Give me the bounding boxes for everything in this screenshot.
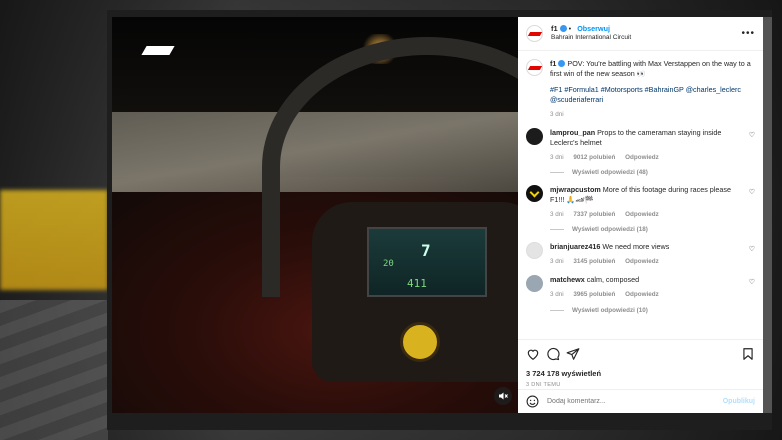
comment-likes[interactable]: 7337 polubień [573, 211, 615, 218]
comment-likes[interactable]: 3965 polubień [573, 291, 615, 298]
comment-likes[interactable]: 3145 polubień [573, 258, 615, 265]
post-header: f1 • Obserwuj Bahrain International Circ… [518, 17, 763, 51]
reply-button[interactable]: Odpowiedz [625, 211, 659, 218]
caption-text: POV: You're battling with Max Verstappen… [550, 59, 751, 78]
comment-text: calm, composed [586, 275, 640, 285]
comment-username[interactable]: matchewx [550, 275, 585, 284]
f1-logo [144, 39, 174, 60]
backdrop-stripes [0, 300, 108, 440]
post-location[interactable]: Bahrain International Circuit [551, 34, 631, 43]
comment-username[interactable]: mjwrapcustom [550, 185, 601, 194]
comment-time: 3 dni [550, 291, 564, 299]
post-username[interactable]: f1 [551, 24, 558, 33]
modal-edge [763, 17, 772, 413]
verified-icon [558, 60, 566, 67]
dash-bottom-value: 411 [407, 277, 427, 290]
share-icon[interactable] [566, 347, 580, 361]
mute-icon[interactable] [494, 387, 512, 405]
view-replies-button[interactable]: Wyświetl odpowiedzi (48) [550, 169, 755, 176]
avatar[interactable] [526, 242, 543, 260]
publish-button[interactable]: Opublikuj [723, 398, 755, 405]
post-time: 3 DNI TEMU [526, 382, 561, 388]
comments-list[interactable]: f1 POV: You're battling with Max Verstap… [518, 51, 763, 343]
verified-icon [559, 25, 567, 33]
backdrop-sign [0, 190, 108, 290]
comment-item: mjwrapcustom More of this footage during… [526, 185, 755, 233]
comment-input[interactable] [547, 398, 723, 405]
caption-username[interactable]: f1 [550, 59, 556, 68]
avatar[interactable] [526, 128, 543, 146]
post-caption: f1 POV: You're battling with Max Verstap… [526, 59, 755, 119]
post-actions: 3 724 178 wyświetleń 3 DNI TEMU [518, 339, 763, 388]
reply-button[interactable]: Odpowiedz [625, 154, 659, 161]
heart-icon[interactable]: ♡ [745, 245, 755, 253]
reply-button[interactable]: Odpowiedz [625, 291, 659, 298]
dash-gear: 7 [421, 241, 431, 260]
comment-time: 3 dni [550, 153, 564, 161]
caption-hashtags[interactable]: #F1 #Formula1 #Motorsports #BahrainGP @c… [550, 85, 755, 104]
avatar[interactable] [526, 59, 543, 76]
avatar[interactable] [526, 25, 543, 42]
comment-icon[interactable] [546, 347, 560, 361]
heart-icon[interactable]: ♡ [745, 188, 755, 196]
more-options-icon[interactable]: ••• [741, 28, 755, 39]
emoji-icon[interactable] [526, 395, 539, 408]
caption-time: 3 dni [550, 110, 564, 118]
avatar[interactable] [526, 275, 543, 293]
comment-box: Opublikuj [518, 389, 763, 413]
ferrari-badge [400, 322, 440, 362]
comment-time: 3 dni [550, 210, 564, 218]
comment-item: brianjuarez416 We need more views 3 dni … [526, 242, 755, 266]
post-video[interactable]: 7 20 411 [112, 17, 518, 413]
comment-likes[interactable]: 9012 polubień [573, 154, 615, 161]
heart-icon[interactable] [526, 347, 540, 361]
bookmark-icon[interactable] [741, 347, 755, 361]
comment-username[interactable]: brianjuarez416 [550, 242, 600, 251]
comment-username[interactable]: lamprou_pan [550, 128, 595, 137]
reply-button[interactable]: Odpowiedz [625, 258, 659, 265]
dash-left-value: 20 [383, 259, 394, 269]
comment-item: lamprou_pan Props to the cameraman stayi… [526, 128, 755, 176]
video-dash-screen: 7 20 411 [367, 227, 487, 297]
view-count[interactable]: 3 724 178 wyświetleń [526, 369, 755, 378]
view-replies-button[interactable]: Wyświetl odpowiedzi (10) [550, 307, 755, 314]
comment-item: matchewx calm, composed 3 dni 3965 polub… [526, 275, 755, 314]
comment-text: We need more views [602, 242, 670, 252]
post-side-panel: f1 • Obserwuj Bahrain International Circ… [518, 17, 763, 413]
view-replies-button[interactable]: Wyświetl odpowiedzi (18) [550, 226, 755, 233]
follow-button[interactable]: Obserwuj [577, 24, 610, 33]
comment-time: 3 dni [550, 257, 564, 265]
avatar[interactable] [526, 185, 543, 203]
heart-icon[interactable]: ♡ [745, 131, 755, 139]
heart-icon[interactable]: ♡ [745, 278, 755, 286]
